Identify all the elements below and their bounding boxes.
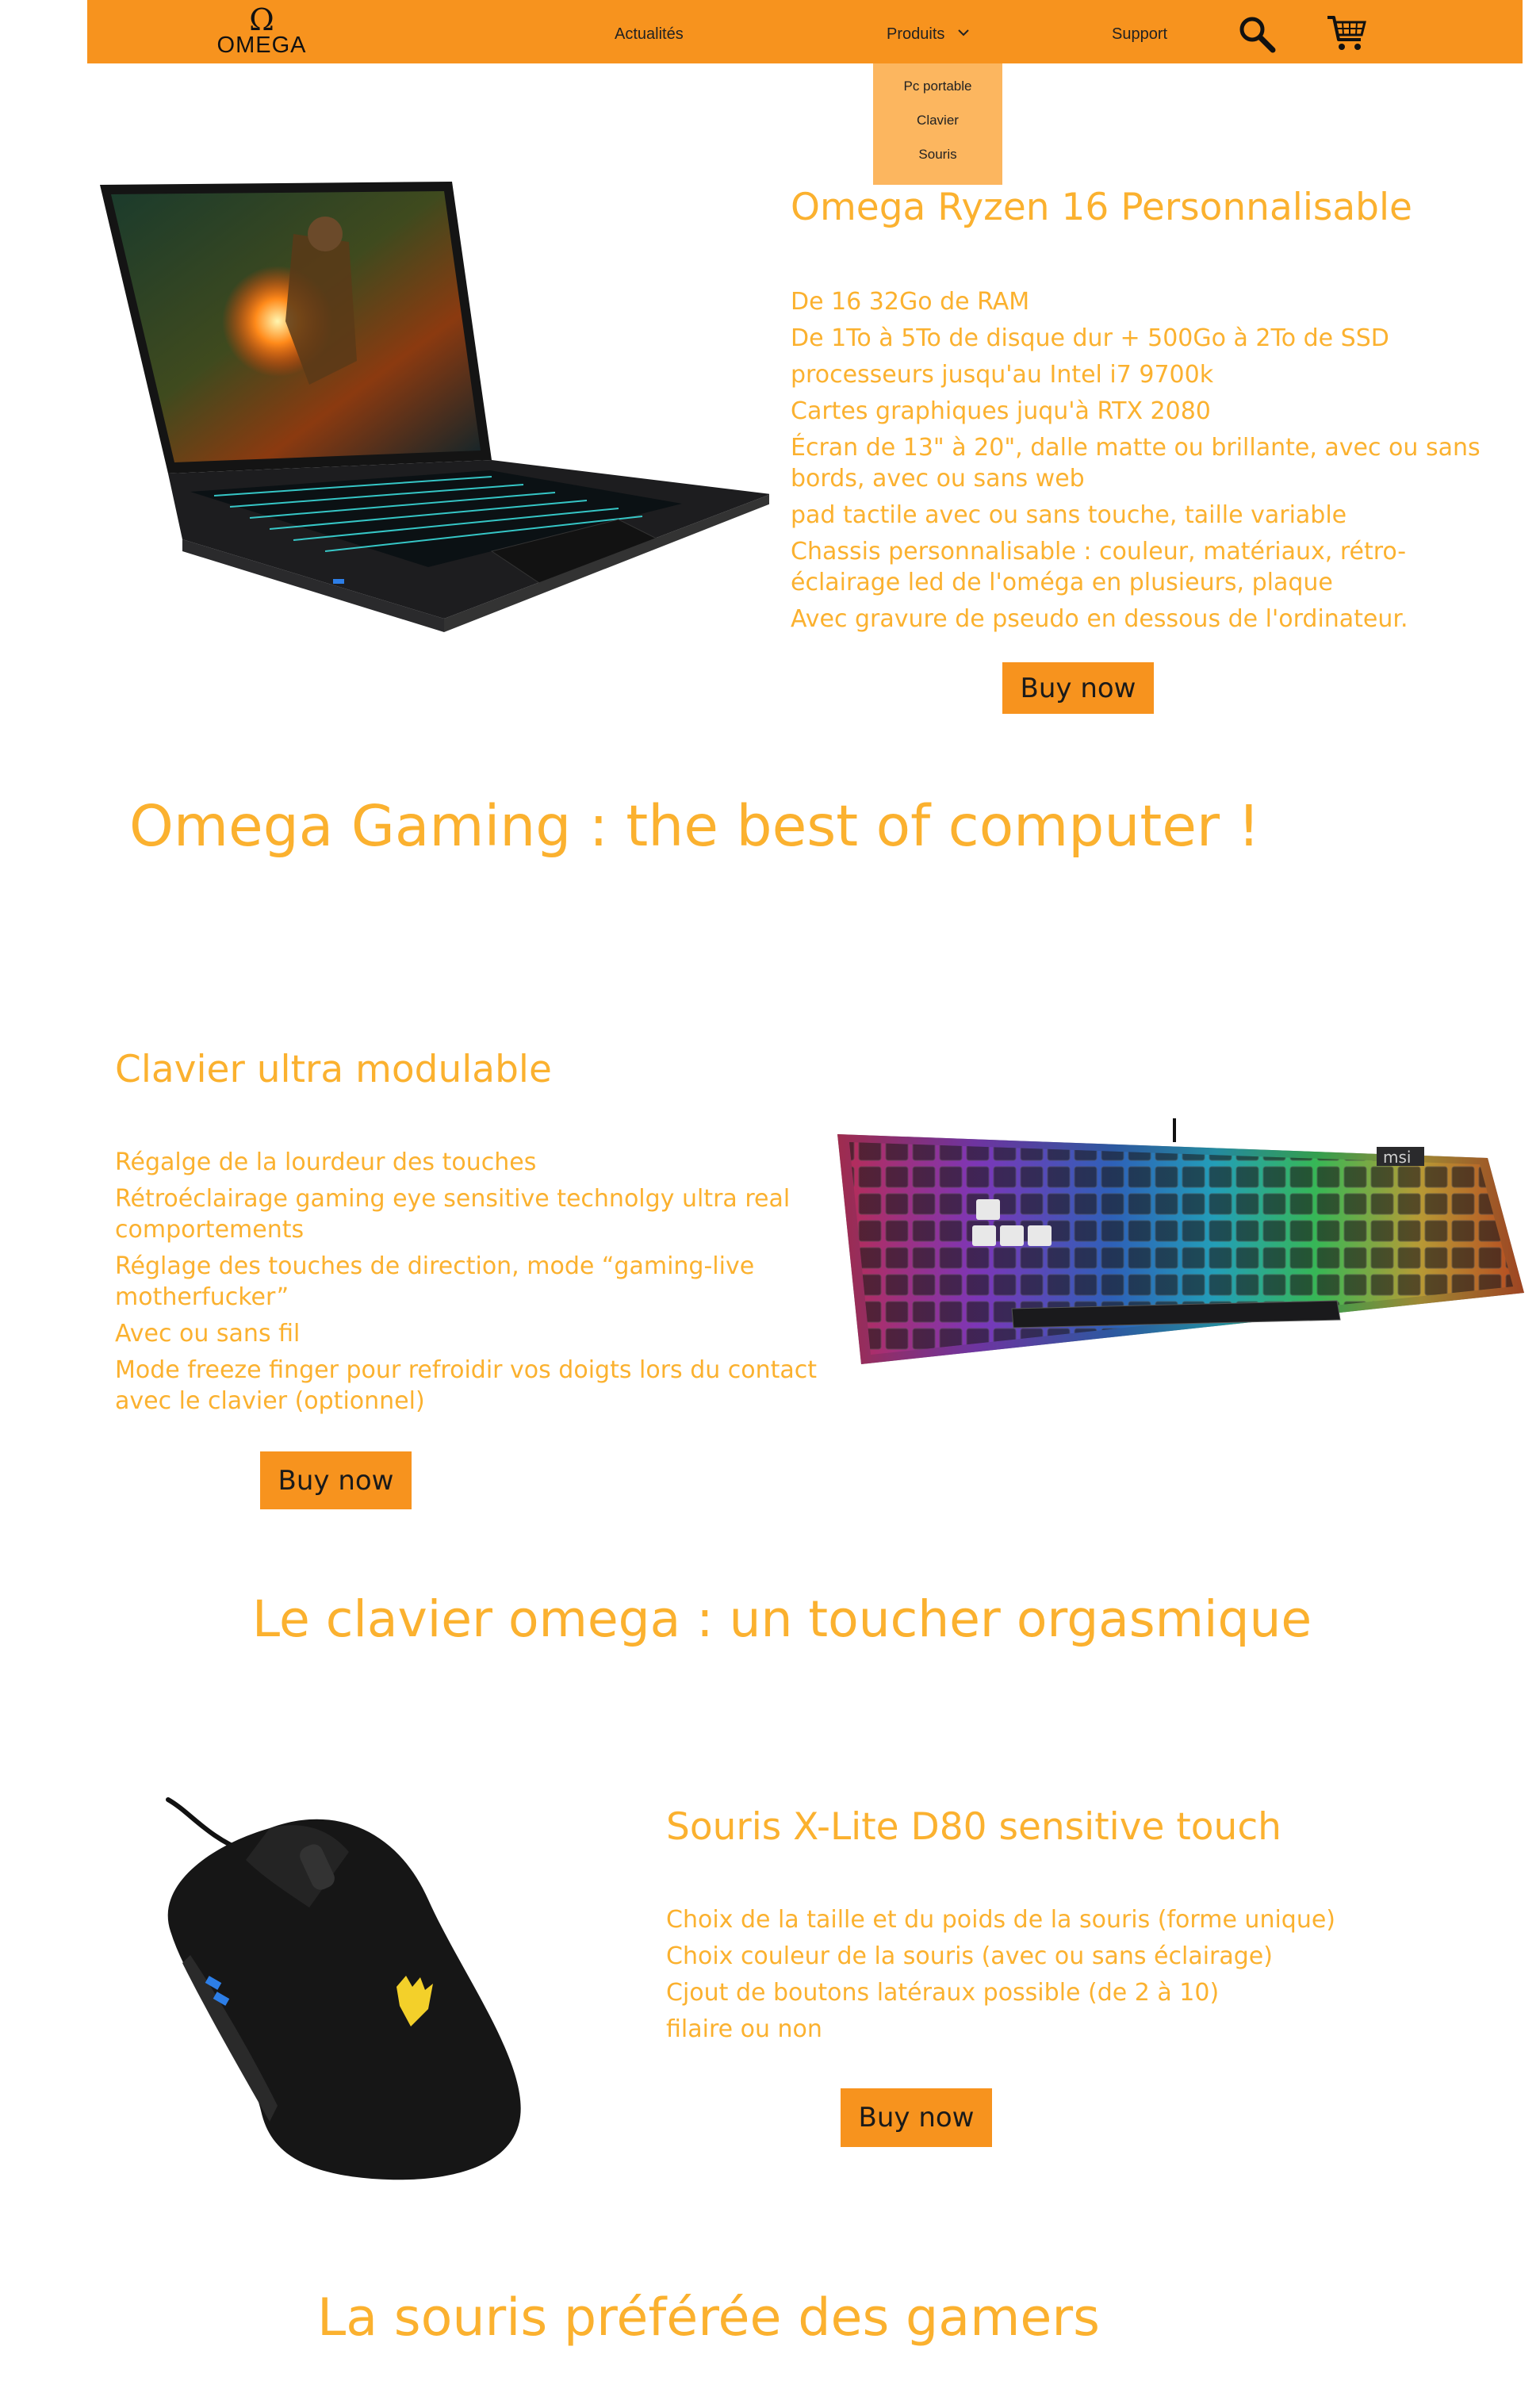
list-item: Régalge de la lourdeur des touches <box>115 1148 537 1176</box>
laptop-feature-list: De 16 32Go de RAM De 1To à 5To de disque… <box>791 286 1512 640</box>
list-item: Avec gravure de pseudo en dessous de l'o… <box>791 605 1408 633</box>
tagline-clavier: Le clavier omega : un toucher orgasmique <box>252 1590 1312 1648</box>
mouse-buy-button[interactable]: Buy now <box>841 2088 992 2147</box>
list-item: Mode freeze finger pour refroidir vos do… <box>115 1356 818 1415</box>
list-item: Choix de la taille et du poids de la sou… <box>666 1906 1336 1934</box>
keyboard-feature-list: Régalge de la lourdeur des touches Rétro… <box>115 1147 829 1422</box>
tagline-gaming: Omega Gaming : the best of computer ! <box>129 793 1261 859</box>
nav-produits[interactable]: Produits <box>887 25 944 44</box>
list-item: De 16 32Go de RAM <box>791 288 1030 316</box>
dropdown-item-pc-portable[interactable]: Pc portable <box>873 79 1002 94</box>
logo-text: OMEGA <box>216 33 307 58</box>
mouse-image <box>166 1797 521 2180</box>
laptop-image <box>100 182 769 632</box>
list-item: filaire ou non <box>666 2015 822 2043</box>
list-item: Choix couleur de la souris (avec ou sans… <box>666 1942 1273 1970</box>
cart-icon[interactable] <box>1326 14 1367 52</box>
laptop-buy-button[interactable]: Buy now <box>1002 662 1154 714</box>
list-item: pad tactile avec ou sans touche, taille … <box>791 501 1347 529</box>
list-item: Cartes graphiques juqu'à RTX 2080 <box>791 397 1211 425</box>
chevron-down-icon[interactable] <box>955 24 972 41</box>
nav-actualites[interactable]: Actualités <box>615 25 684 44</box>
mouse-feature-list: Choix de la taille et du poids de la sou… <box>666 1904 1459 2050</box>
list-item: processeurs jusqu'au Intel i7 9700k <box>791 361 1214 389</box>
search-icon[interactable] <box>1237 14 1277 54</box>
produits-dropdown: Pc portable Clavier Souris <box>873 63 1002 185</box>
logo-symbol: Ω <box>249 2 274 37</box>
list-item: Rétroéclairage gaming eye sensitive tech… <box>115 1185 791 1244</box>
omega-logo[interactable]: Ω OMEGA <box>206 2 317 58</box>
list-item: Avec ou sans fil <box>115 1320 301 1348</box>
laptop-title: Omega Ryzen 16 Personnalisable <box>791 186 1412 229</box>
list-item: Écran de 13" à 20", dalle matte ou brill… <box>791 434 1481 493</box>
dropdown-item-clavier[interactable]: Clavier <box>873 113 1002 128</box>
dropdown-item-souris[interactable]: Souris <box>873 147 1002 163</box>
list-item: Chassis personnalisable : couleur, matér… <box>791 538 1407 596</box>
tagline-souris: La souris préférée des gamers <box>317 2288 1100 2348</box>
keyboard-title: Clavier ultra modulable <box>115 1048 552 1091</box>
keyboard-image: msi <box>837 1118 1524 1364</box>
list-item: De 1To à 5To de disque dur + 500Go à 2To… <box>791 324 1389 352</box>
list-item: Réglage des touches de direction, mode “… <box>115 1252 755 1311</box>
keyboard-brand-badge: msi <box>1383 1148 1411 1167</box>
list-item: Cjout de boutons latéraux possible (de 2… <box>666 1979 1220 2007</box>
mouse-title: Souris X-Lite D80 sensitive touch <box>666 1805 1281 1849</box>
keyboard-buy-button[interactable]: Buy now <box>260 1451 412 1509</box>
nav-support[interactable]: Support <box>1112 25 1167 44</box>
